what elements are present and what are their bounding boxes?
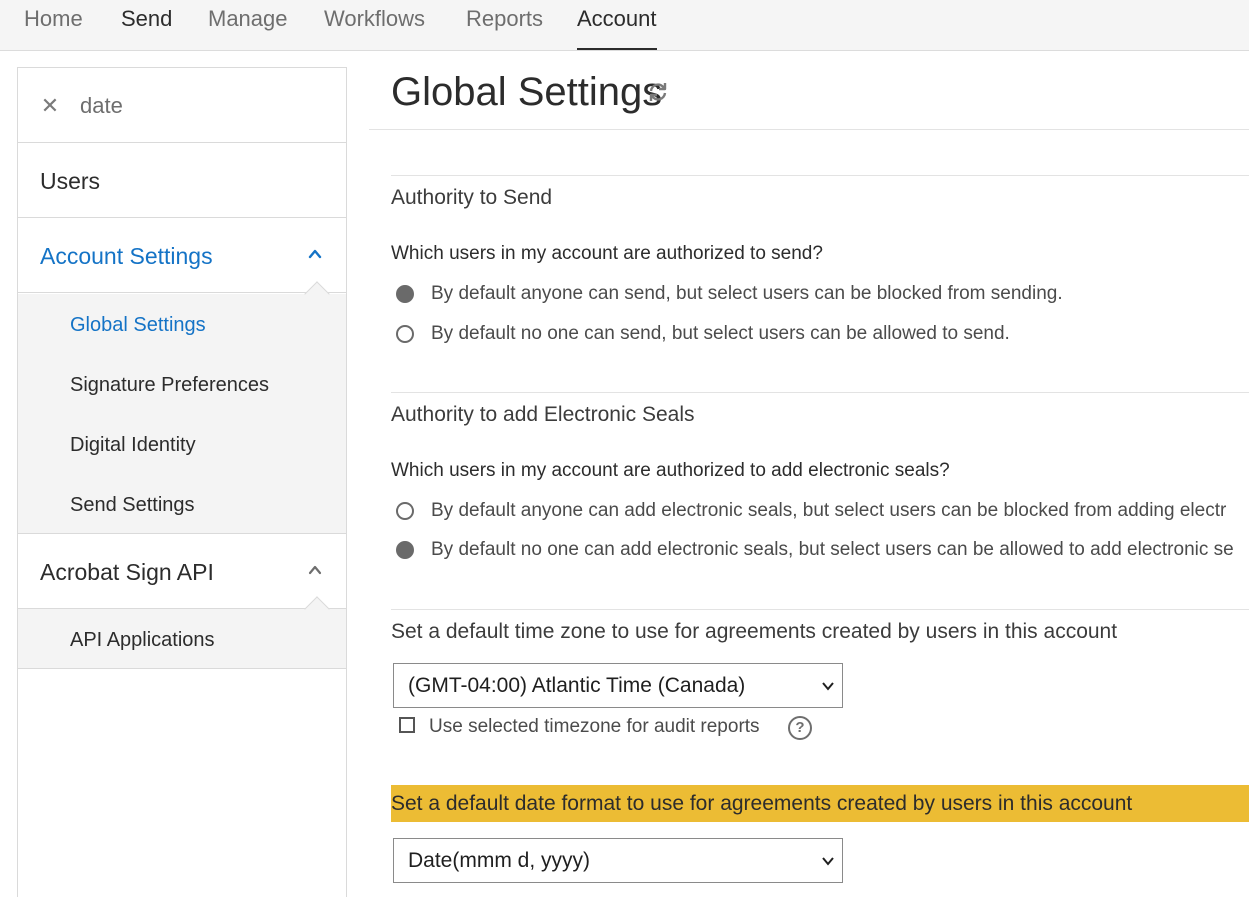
sidebar-subitem-digital-identity[interactable]: Digital Identity bbox=[70, 433, 196, 457]
settings-sidebar: ✕ date Users Account Settings Global Set… bbox=[17, 67, 347, 897]
api-submenu: API Applications bbox=[18, 596, 346, 669]
chevron-up-icon bbox=[308, 249, 322, 259]
tab-reports[interactable]: Reports bbox=[466, 6, 543, 50]
divider bbox=[391, 175, 1249, 176]
authority-seals-question: Which users in my account are authorized… bbox=[391, 460, 950, 481]
date-format-heading: Set a default date format to use for agr… bbox=[391, 792, 1133, 815]
section-heading-authority-seals: Authority to add Electronic Seals bbox=[391, 403, 695, 426]
sidebar-item-acrobat-sign-api[interactable]: Acrobat Sign API bbox=[18, 534, 346, 609]
sidebar-item-account-settings[interactable]: Account Settings bbox=[18, 218, 346, 293]
radio-label: By default anyone can send, but select u… bbox=[431, 283, 1063, 304]
radio-label: By default no one can send, but select u… bbox=[431, 323, 1010, 344]
tab-manage[interactable]: Manage bbox=[208, 6, 288, 50]
sidebar-search: ✕ date bbox=[18, 68, 346, 143]
divider bbox=[369, 129, 1249, 130]
timezone-select[interactable]: (GMT-04:00) Atlantic Time (Canada) bbox=[393, 663, 843, 708]
tab-home[interactable]: Home bbox=[24, 6, 83, 50]
chevron-down-icon bbox=[822, 857, 834, 866]
sidebar-subitem-api-applications[interactable]: API Applications bbox=[70, 628, 215, 652]
checkbox-label: Use selected timezone for audit reports bbox=[429, 716, 760, 737]
clear-search-icon[interactable]: ✕ bbox=[40, 94, 60, 118]
radio-button[interactable] bbox=[396, 541, 414, 559]
page-title: Global Settings bbox=[391, 70, 663, 114]
tab-workflows[interactable]: Workflows bbox=[324, 6, 425, 50]
timezone-heading: Set a default time zone to use for agree… bbox=[391, 620, 1118, 643]
chevron-up-icon bbox=[308, 565, 322, 575]
chevron-down-icon bbox=[822, 682, 834, 691]
timezone-select-value: (GMT-04:00) Atlantic Time (Canada) bbox=[408, 674, 746, 697]
audit-timezone-checkbox[interactable] bbox=[399, 717, 415, 733]
sidebar-subitem-send-settings[interactable]: Send Settings bbox=[70, 493, 195, 517]
radio-button[interactable] bbox=[396, 502, 414, 520]
top-nav: Home Send Manage Workflows Reports Accou… bbox=[0, 0, 1249, 51]
main-content: Global Settings Authority to Send Which … bbox=[369, 51, 1249, 892]
authority-send-question: Which users in my account are authorized… bbox=[391, 243, 823, 264]
tab-account[interactable]: Account bbox=[577, 6, 657, 50]
search-input[interactable]: date bbox=[80, 94, 123, 118]
divider bbox=[391, 392, 1249, 393]
divider bbox=[391, 609, 1249, 610]
help-icon[interactable]: ? bbox=[788, 716, 812, 740]
account-settings-submenu: Global Settings Signature Preferences Di… bbox=[18, 281, 346, 534]
sidebar-item-label: Acrobat Sign API bbox=[40, 559, 214, 585]
refresh-icon[interactable] bbox=[646, 80, 670, 104]
date-format-select-value: Date(mmm d, yyyy) bbox=[408, 849, 591, 872]
tab-send[interactable]: Send bbox=[121, 6, 172, 50]
sidebar-subitem-global-settings[interactable]: Global Settings bbox=[70, 313, 206, 337]
radio-button[interactable] bbox=[396, 325, 414, 343]
sidebar-item-label: Account Settings bbox=[40, 243, 213, 269]
radio-label: By default anyone can add electronic sea… bbox=[431, 500, 1227, 521]
date-format-heading-highlight: Set a default date format to use for agr… bbox=[391, 785, 1249, 822]
radio-button[interactable] bbox=[396, 285, 414, 303]
sidebar-item-label: Users bbox=[40, 168, 101, 194]
radio-label: By default no one can add electronic sea… bbox=[431, 539, 1234, 560]
date-format-select[interactable]: Date(mmm d, yyyy) bbox=[393, 838, 843, 883]
section-heading-authority-send: Authority to Send bbox=[391, 186, 553, 209]
sidebar-subitem-signature-preferences[interactable]: Signature Preferences bbox=[70, 373, 269, 397]
sidebar-item-users[interactable]: Users bbox=[18, 143, 346, 218]
